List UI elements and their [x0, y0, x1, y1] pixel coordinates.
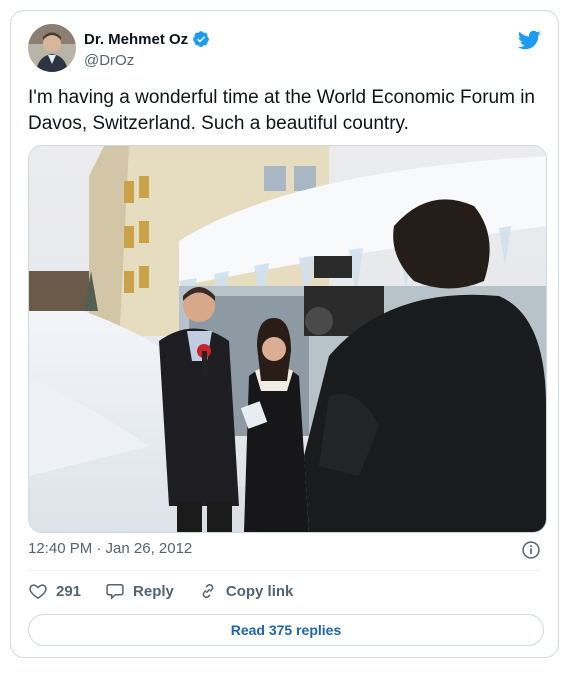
- embedded-tweet-card: Dr. Mehmet Oz @DrOz I'm having a wonderf…: [10, 10, 559, 658]
- speech-bubble-icon: [106, 584, 124, 600]
- link-icon: [202, 583, 214, 599]
- reply-label: Reply: [133, 582, 174, 600]
- verified-badge-icon: [193, 31, 210, 47]
- like-button[interactable]: 291: [28, 581, 81, 601]
- twitter-bird-icon[interactable]: [517, 28, 541, 52]
- tweet-text: I'm having a wonderful time at the World…: [28, 87, 535, 134]
- tweet-photo[interactable]: [28, 145, 547, 533]
- avatar[interactable]: [28, 24, 76, 72]
- author-name[interactable]: Dr. Mehmet Oz: [84, 31, 188, 48]
- divider: [28, 570, 541, 571]
- author-handle[interactable]: @DrOz: [84, 52, 134, 69]
- tweet-actions: 291 Reply Copy link: [28, 577, 317, 605]
- like-count: 291: [56, 582, 82, 600]
- copy-link-button[interactable]: Copy link: [198, 581, 294, 601]
- reply-button[interactable]: Reply: [105, 581, 174, 601]
- read-replies-button[interactable]: Read 375 replies: [28, 614, 544, 646]
- copy-link-label: Copy link: [225, 582, 294, 600]
- tweet-timestamp[interactable]: 12:40 PM · Jan 26, 2012: [28, 540, 192, 557]
- info-icon[interactable]: [521, 540, 541, 560]
- author-name-row: Dr. Mehmet Oz: [84, 30, 210, 48]
- heart-icon: [29, 584, 47, 599]
